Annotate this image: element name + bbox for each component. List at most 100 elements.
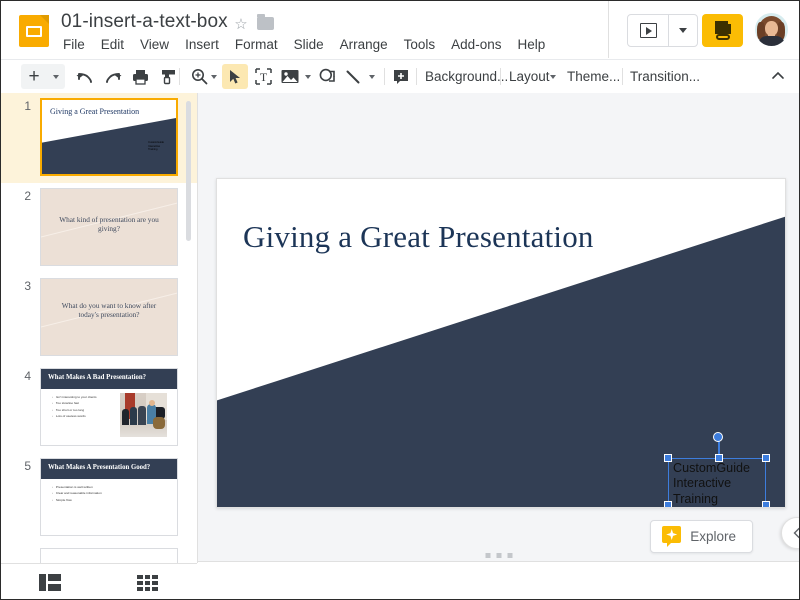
explore-button[interactable]: Explore bbox=[650, 520, 753, 553]
thumb-header: What Makes A Presentation Good? bbox=[41, 459, 177, 479]
slide-number: 2 bbox=[15, 189, 31, 203]
status-bar bbox=[198, 561, 799, 599]
thumb-bullet: Simple flow bbox=[52, 497, 102, 503]
menu-item-file[interactable]: File bbox=[61, 35, 93, 54]
cursor-select-icon bbox=[228, 69, 242, 85]
slide-number: 5 bbox=[15, 459, 31, 473]
thumb-title: What Makes A Bad Presentation? bbox=[48, 374, 146, 381]
thumbnail-canvas: What do you want to know after today's p… bbox=[40, 278, 178, 356]
slide-thumbnail-2[interactable]: 2 What kind of presentation are you givi… bbox=[1, 183, 197, 273]
shape-icon bbox=[319, 68, 336, 85]
menu-item-view[interactable]: View bbox=[132, 35, 177, 54]
menu-bar: File Edit View Insert Format Slide Arran… bbox=[61, 35, 553, 54]
redo-button[interactable] bbox=[99, 64, 125, 89]
collapse-toolbar-button[interactable] bbox=[771, 69, 785, 83]
menu-item-tools[interactable]: Tools bbox=[396, 35, 444, 54]
background-button[interactable]: Background... bbox=[425, 64, 508, 89]
slide-thumbnail-3[interactable]: 3 What do you want to know after today's… bbox=[1, 273, 197, 363]
chevron-down-icon bbox=[53, 75, 59, 79]
doc-icon-fold bbox=[40, 15, 49, 24]
thumb-bullets: Isn't interesting to your clients Too sl… bbox=[52, 394, 97, 419]
chevron-down-icon bbox=[211, 75, 217, 79]
line-dropdown[interactable] bbox=[364, 64, 380, 89]
thumbnail-panel-scrollbar[interactable] bbox=[186, 101, 191, 241]
resize-handle-middle-right[interactable] bbox=[762, 501, 770, 508]
select-tool-button[interactable] bbox=[222, 64, 248, 89]
menu-item-edit[interactable]: Edit bbox=[93, 35, 132, 54]
theme-button[interactable]: Theme... bbox=[567, 64, 620, 89]
slide-thumbnail-1[interactable]: 1 Giving a Great Presentation CustomGuid… bbox=[1, 93, 197, 183]
thumbnail-canvas: What Makes A Bad Presentation? Isn't int… bbox=[40, 368, 178, 446]
paint-format-button[interactable] bbox=[155, 64, 181, 89]
thumb-header: What Makes A Bad Presentation? bbox=[41, 369, 177, 389]
text-box-button[interactable]: T bbox=[250, 64, 276, 89]
explore-sparkle-icon bbox=[662, 526, 681, 547]
user-avatar[interactable] bbox=[755, 13, 788, 46]
slide-title-text[interactable]: Giving a Great Presentation bbox=[243, 219, 594, 255]
print-button[interactable] bbox=[127, 64, 153, 89]
menu-item-insert[interactable]: Insert bbox=[177, 35, 227, 54]
menu-item-arrange[interactable]: Arrange bbox=[332, 35, 396, 54]
menu-item-format[interactable]: Format bbox=[227, 35, 286, 54]
grid-view-button[interactable] bbox=[137, 575, 158, 591]
menu-item-addons[interactable]: Add-ons bbox=[443, 35, 509, 54]
slide-thumbnail-6[interactable] bbox=[1, 543, 197, 563]
top-bar: 01-insert-a-text-box ☆ File Edit View In… bbox=[1, 1, 799, 59]
slide-thumbnail-panel[interactable]: 1 Giving a Great Presentation CustomGuid… bbox=[1, 93, 198, 563]
chevron-down-icon bbox=[305, 75, 311, 79]
selected-text-box[interactable]: CustomGuideInteractiveTraining bbox=[668, 458, 766, 508]
share-button[interactable] bbox=[702, 14, 743, 47]
menu-item-slide[interactable]: Slide bbox=[286, 35, 332, 54]
thumb-title: What Makes A Presentation Good? bbox=[48, 464, 150, 471]
chevron-down-icon bbox=[679, 28, 687, 33]
thumb-bullet: Clear and reasonable information bbox=[52, 490, 102, 496]
current-slide[interactable]: Giving a Great Presentation CustomGuideI… bbox=[216, 178, 786, 508]
menu-item-help[interactable]: Help bbox=[509, 35, 553, 54]
transition-button[interactable]: Transition... bbox=[630, 64, 700, 89]
google-slides-window: 01-insert-a-text-box ☆ File Edit View In… bbox=[0, 0, 800, 600]
chevron-up-icon bbox=[771, 69, 785, 83]
slides-doc-icon bbox=[19, 15, 49, 47]
line-button[interactable] bbox=[342, 64, 364, 89]
new-slide-button[interactable]: + bbox=[21, 64, 47, 89]
present-dropdown-button[interactable] bbox=[668, 15, 697, 46]
thumb-title: What kind of presentation are you giving… bbox=[51, 215, 167, 234]
add-comment-button[interactable] bbox=[389, 64, 413, 89]
undo-button[interactable] bbox=[71, 64, 97, 89]
present-button-group bbox=[627, 14, 698, 47]
zoom-dropdown[interactable] bbox=[206, 64, 222, 89]
layout-button[interactable]: Layout bbox=[509, 64, 550, 89]
thumb-bullet: Lots of useless words bbox=[52, 413, 97, 419]
resize-handle-dots[interactable] bbox=[485, 553, 512, 558]
folder-icon[interactable] bbox=[257, 17, 274, 30]
insert-image-button[interactable] bbox=[278, 64, 302, 89]
present-button[interactable] bbox=[628, 15, 668, 46]
undo-icon bbox=[76, 71, 92, 82]
thumbnail-canvas: What Makes A Presentation Good? Presenta… bbox=[40, 458, 178, 536]
slide-number: 1 bbox=[15, 99, 31, 113]
collapse-panel-button[interactable] bbox=[781, 517, 800, 549]
line-icon bbox=[345, 69, 361, 85]
slide-thumbnail-4[interactable]: 4 What Makes A Bad Presentation? Isn't i… bbox=[1, 363, 197, 453]
slide-thumbnail-5[interactable]: 5 What Makes A Presentation Good? Presen… bbox=[1, 453, 197, 543]
resize-handle-top-left[interactable] bbox=[664, 454, 672, 462]
shape-button[interactable] bbox=[314, 64, 340, 89]
insert-image-icon bbox=[281, 69, 299, 84]
slide-number: 3 bbox=[15, 279, 31, 293]
layout-dropdown[interactable] bbox=[547, 64, 559, 89]
print-icon bbox=[132, 69, 149, 85]
filmstrip-view-button[interactable] bbox=[39, 574, 61, 591]
thumb-title: Giving a Great Presentation bbox=[50, 107, 139, 116]
slide-canvas-area: Giving a Great Presentation CustomGuideI… bbox=[198, 93, 799, 561]
rotate-handle[interactable] bbox=[713, 432, 723, 442]
doc-icon-screen bbox=[26, 26, 42, 37]
view-mode-bar bbox=[1, 564, 197, 600]
resize-handle-middle-left[interactable] bbox=[664, 501, 672, 508]
resize-handle-top-right[interactable] bbox=[762, 454, 770, 462]
resize-handle-top-center[interactable] bbox=[715, 454, 723, 462]
new-slide-dropdown[interactable] bbox=[47, 64, 65, 89]
document-title[interactable]: 01-insert-a-text-box bbox=[61, 11, 228, 33]
star-icon[interactable]: ☆ bbox=[233, 17, 249, 33]
thumb-textbox: CustomGuideInteractiveTraining bbox=[148, 141, 164, 152]
chevron-down-icon bbox=[369, 75, 375, 79]
